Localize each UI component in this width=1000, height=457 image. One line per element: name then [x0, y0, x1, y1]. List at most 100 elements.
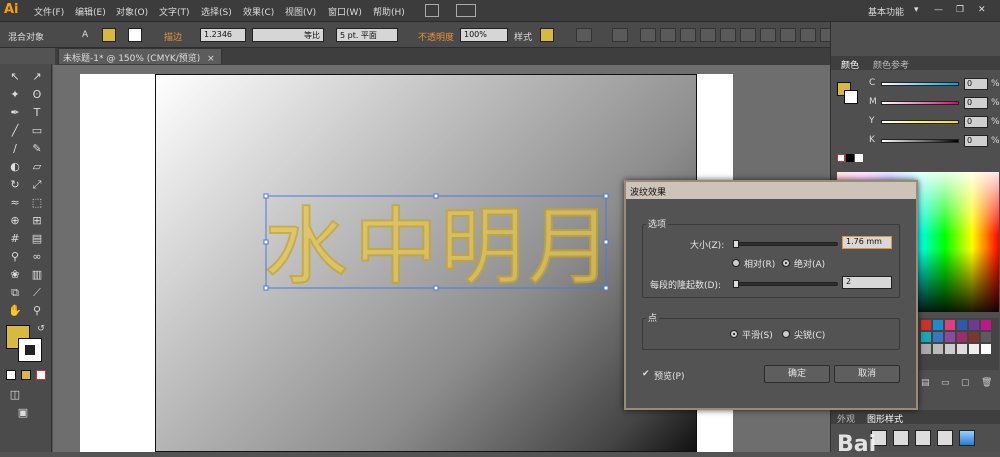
free-transform-tool-icon[interactable]: ⬚	[30, 196, 44, 210]
black-swatch[interactable]	[846, 154, 854, 162]
variable-width-select[interactable]: 等比	[252, 28, 324, 42]
bridge-icon[interactable]	[425, 4, 439, 17]
tab-color[interactable]: 颜色	[841, 58, 859, 71]
stroke-color-icon[interactable]	[18, 338, 42, 362]
shape-builder-tool-icon[interactable]: ⊕	[8, 214, 22, 228]
recolor-icon[interactable]	[576, 28, 592, 42]
new-swatch-icon[interactable]: ▢	[961, 378, 970, 388]
tab-graphic-styles[interactable]: 图形样式	[867, 412, 903, 425]
rippled-text-artwork[interactable]: 水 中 明 月	[258, 186, 618, 292]
align-bottom-icon[interactable]	[740, 28, 756, 42]
workspace-dropdown-icon[interactable]: ▾	[914, 5, 919, 15]
slice-tool-icon[interactable]: ⟋	[30, 286, 44, 300]
swatch[interactable]	[969, 320, 979, 330]
swatch[interactable]	[945, 320, 955, 330]
magic-wand-tool-icon[interactable]: ✦	[8, 88, 22, 102]
relative-radio[interactable]	[732, 259, 740, 267]
restore-button[interactable]: ❐	[956, 5, 964, 15]
artwork-char[interactable]: 月	[527, 197, 613, 292]
swatch[interactable]	[921, 332, 931, 342]
graphic-style-swatch[interactable]	[959, 430, 975, 446]
swatch[interactable]	[921, 320, 931, 330]
hand-tool-icon[interactable]: ✋	[8, 304, 22, 318]
workspace-switcher[interactable]: 基本功能	[868, 5, 904, 18]
direct-selection-tool-icon[interactable]: ↗	[30, 70, 44, 84]
channel-y-slider[interactable]	[881, 120, 959, 124]
rotate-tool-icon[interactable]: ↻	[8, 178, 22, 192]
swatch[interactable]	[945, 332, 955, 342]
artboard-tool-icon[interactable]: ⧉	[8, 286, 22, 300]
align-middle-icon[interactable]	[720, 28, 736, 42]
distribute-top-icon[interactable]	[760, 28, 776, 42]
artwork-char[interactable]: 水	[263, 197, 349, 292]
menu-effect[interactable]: 效果(C)	[243, 5, 274, 18]
draw-mode-icon[interactable]: ◫	[8, 388, 22, 402]
graphic-style-swatch[interactable]	[937, 430, 953, 446]
handle[interactable]	[263, 193, 269, 199]
panel-stroke-swatch[interactable]	[844, 90, 858, 104]
gradient-tool-icon[interactable]: ▤	[30, 232, 44, 246]
align-top-icon[interactable]	[700, 28, 716, 42]
symbol-sprayer-tool-icon[interactable]: ❀	[8, 268, 22, 282]
scale-tool-icon[interactable]: ⤢	[30, 178, 44, 192]
eraser-tool-icon[interactable]: ▱	[30, 160, 44, 174]
swatch[interactable]	[933, 332, 943, 342]
menu-edit[interactable]: 编辑(E)	[75, 5, 106, 18]
handle[interactable]	[603, 193, 609, 199]
brush-select[interactable]: 5 pt. 平面	[336, 28, 398, 42]
handle[interactable]	[433, 285, 439, 291]
swatch[interactable]	[981, 344, 991, 354]
minimize-button[interactable]: —	[934, 5, 943, 15]
artwork-char[interactable]: 明	[439, 197, 525, 292]
swatch[interactable]	[933, 344, 943, 354]
lasso-tool-icon[interactable]: ʘ	[30, 88, 44, 102]
width-tool-icon[interactable]: ≈	[8, 196, 22, 210]
distribute-middle-icon[interactable]	[780, 28, 796, 42]
absolute-radio[interactable]	[782, 259, 790, 267]
none-swatch[interactable]	[837, 154, 845, 162]
arrange-documents-icon[interactable]	[456, 4, 476, 17]
preview-checkbox[interactable]: ✔	[642, 369, 650, 379]
swatch-libraries-icon[interactable]: ▤	[921, 378, 930, 388]
line-tool-icon[interactable]: ╱	[8, 124, 22, 138]
column-graph-tool-icon[interactable]: ▥	[30, 268, 44, 282]
rectangle-tool-icon[interactable]: ▭	[30, 124, 44, 138]
stroke-label[interactable]: 描边	[164, 30, 182, 43]
graphic-style-swatch[interactable]	[915, 430, 931, 446]
zoom-tool-icon[interactable]: ⚲	[30, 304, 44, 318]
swatch[interactable]	[957, 320, 967, 330]
menu-file[interactable]: 文件(F)	[34, 5, 64, 18]
tab-appearance[interactable]: 外观	[837, 412, 855, 425]
swatch[interactable]	[981, 320, 991, 330]
swatch[interactable]	[921, 344, 931, 354]
delete-swatch-icon[interactable]: 🗑	[981, 378, 992, 388]
swatch[interactable]	[945, 344, 955, 354]
stroke-swatch[interactable]	[128, 28, 142, 42]
ridges-slider[interactable]	[733, 280, 838, 288]
opacity-input[interactable]: 100%	[460, 28, 508, 42]
size-slider[interactable]	[733, 240, 838, 248]
swatch[interactable]	[957, 332, 967, 342]
pen-tool-icon[interactable]: ✒	[8, 106, 22, 120]
none-mode-icon[interactable]	[36, 370, 46, 380]
swatch[interactable]	[957, 344, 967, 354]
ridges-slider-thumb[interactable]	[733, 280, 739, 288]
smooth-radio[interactable]	[730, 330, 738, 338]
menu-object[interactable]: 对象(O)	[116, 5, 148, 18]
swatch[interactable]	[933, 320, 943, 330]
perspective-grid-tool-icon[interactable]: ⊞	[30, 214, 44, 228]
distribute-bottom-icon[interactable]	[800, 28, 816, 42]
channel-k-input[interactable]: 0	[964, 135, 988, 147]
channel-k-slider[interactable]	[881, 139, 959, 143]
cancel-button[interactable]: 取消	[834, 365, 900, 383]
gradient-mode-icon[interactable]	[21, 370, 31, 380]
blob-brush-tool-icon[interactable]: ◐	[8, 160, 22, 174]
paintbrush-tool-icon[interactable]: ∕	[8, 142, 22, 156]
menu-view[interactable]: 视图(V)	[285, 5, 316, 18]
swatch[interactable]	[969, 332, 979, 342]
ok-button[interactable]: 确定	[764, 365, 830, 383]
blend-tool-icon[interactable]: ∞	[30, 250, 44, 264]
tab-color-guide[interactable]: 颜色参考	[873, 58, 909, 71]
handle[interactable]	[603, 285, 609, 291]
document-tab[interactable]: 未标题-1* @ 150% (CMYK/预览) ×	[58, 48, 222, 64]
